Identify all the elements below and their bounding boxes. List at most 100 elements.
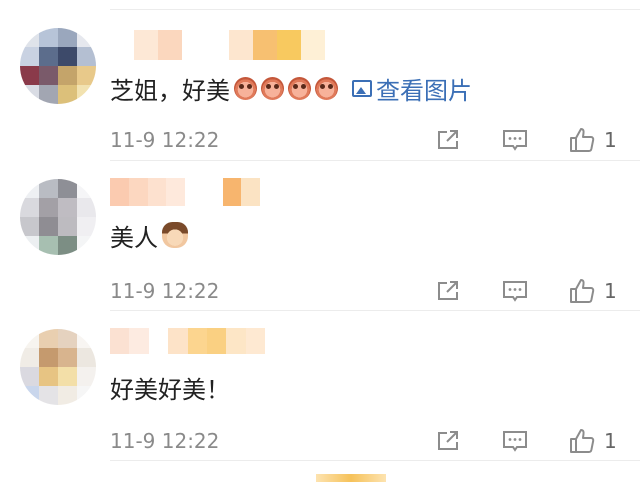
username-pixel (277, 30, 302, 60)
avatar-pixel (58, 386, 77, 405)
avatar-pixel (20, 179, 39, 198)
username-pixel (253, 30, 278, 60)
avatar-pixel (39, 179, 58, 198)
avatar-pixel (77, 236, 96, 255)
thumbs-up-icon (570, 128, 595, 152)
username-pixel (166, 178, 185, 206)
avatar-pixel (58, 66, 77, 85)
avatar-pixel (77, 66, 96, 85)
comment-text: 美人 (110, 215, 188, 255)
avatar[interactable] (20, 179, 96, 255)
avatar-pixel (39, 66, 58, 85)
avatar-pixel (39, 367, 58, 386)
divider (110, 460, 640, 461)
avatar-pixel (58, 217, 77, 236)
username-pixel (110, 328, 130, 354)
avatar-pixel (39, 329, 58, 348)
username-pixel (222, 178, 242, 206)
comment-text: 芝姐，好美 查看图片 (110, 68, 472, 108)
reply-button[interactable] (500, 276, 530, 306)
avatar-pixel (20, 236, 39, 255)
emoji-icon (261, 76, 284, 100)
username-pixel (245, 328, 265, 354)
username-pixel (133, 30, 158, 60)
thumbs-up-icon (570, 429, 595, 453)
username-pixel (187, 328, 207, 354)
username-pixel (241, 178, 260, 206)
comment-item: 美人 11-9 12:22 1 (0, 161, 640, 311)
avatar-pixel (20, 28, 39, 47)
avatar-pixel (20, 367, 39, 386)
like-button[interactable] (567, 426, 597, 456)
avatar-pixel (58, 329, 77, 348)
avatar-pixel (77, 85, 96, 104)
avatar-pixel (39, 217, 58, 236)
share-icon (438, 431, 458, 450)
next-username-blurred (316, 474, 386, 482)
avatar-pixel (58, 236, 77, 255)
avatar-pixel (77, 47, 96, 66)
username-pixel (148, 328, 169, 354)
share-icon (438, 281, 458, 300)
username-blurred[interactable] (110, 178, 260, 206)
avatar-pixel (20, 198, 39, 217)
reply-button[interactable] (500, 426, 530, 456)
avatar-pixel (58, 85, 77, 104)
avatar[interactable] (20, 28, 96, 104)
girl-sticker-icon (162, 222, 188, 248)
avatar-pixel (20, 329, 39, 348)
username-pixel (203, 178, 223, 206)
username-pixel (301, 30, 326, 60)
avatar-pixel (39, 85, 58, 104)
avatar-pixel (77, 28, 96, 47)
comment-text: 好美好美！ (110, 367, 230, 407)
username-pixel (147, 178, 167, 206)
username-pixel (110, 30, 134, 60)
username-pixel (229, 30, 254, 60)
avatar-pixel (39, 348, 58, 367)
username-pixel (181, 30, 206, 60)
like-button[interactable] (567, 125, 597, 155)
username-pixel (206, 328, 227, 354)
share-icon (438, 130, 458, 149)
avatar-pixel (77, 386, 96, 405)
view-image-label: 查看图片 (376, 76, 472, 105)
avatar-pixel (58, 367, 77, 386)
username-blurred[interactable] (110, 30, 326, 60)
username-pixel (168, 328, 188, 354)
share-button[interactable] (433, 426, 463, 456)
like-count: 1 (604, 128, 617, 152)
avatar[interactable] (20, 329, 96, 405)
share-button[interactable] (433, 125, 463, 155)
avatar-pixel (77, 348, 96, 367)
image-icon (352, 79, 372, 97)
comment-time: 11-9 12:22 (110, 128, 220, 152)
comment-icon (503, 130, 527, 151)
avatar-pixel (20, 85, 39, 104)
like-button[interactable] (567, 276, 597, 306)
avatar-pixel (20, 386, 39, 405)
avatar-pixel (77, 329, 96, 348)
emoji-icon (288, 76, 311, 100)
avatar-pixel (77, 217, 96, 236)
share-button[interactable] (433, 276, 463, 306)
comment-icon (503, 431, 527, 452)
username-pixel (157, 30, 182, 60)
username-pixel (128, 178, 148, 206)
reply-button[interactable] (500, 125, 530, 155)
avatar-pixel (58, 47, 77, 66)
avatar-pixel (39, 47, 58, 66)
comment-text-content: 美人 (110, 223, 158, 252)
avatar-pixel (39, 198, 58, 217)
username-pixel (205, 30, 230, 60)
avatar-pixel (77, 179, 96, 198)
like-count: 1 (604, 279, 617, 303)
comment-text-content: 芝姐，好美 (110, 76, 230, 105)
emoji-icon (315, 76, 338, 100)
avatar-pixel (20, 348, 39, 367)
view-image-link[interactable]: 查看图片 (352, 71, 472, 106)
comment-item: 芝姐，好美 查看图片 11-9 12:22 1 (0, 10, 640, 161)
username-blurred[interactable] (110, 328, 265, 354)
avatar-pixel (58, 348, 77, 367)
avatar-pixel (39, 386, 58, 405)
